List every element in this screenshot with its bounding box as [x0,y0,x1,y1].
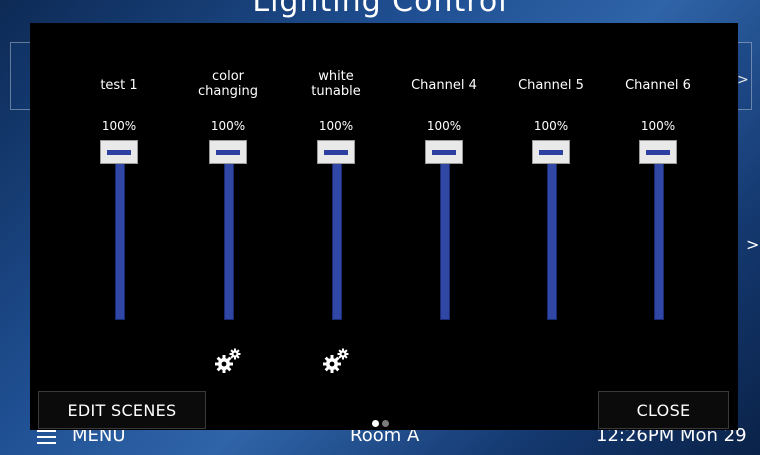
channel-level: 100% [318,119,354,133]
lighting-channels-popup: test 1 100% color changing 100% white tu… [30,23,759,430]
channel-level: 100% [210,119,246,133]
chevron-right-icon[interactable]: > [746,235,759,254]
chevron-right-icon[interactable]: > [737,72,749,88]
page-dot[interactable] [382,420,389,427]
page-dot-active[interactable] [372,420,379,427]
page-title: Lighting Control [252,0,508,19]
slider-handle[interactable] [100,140,138,164]
gear-icon[interactable] [321,345,351,375]
edit-scenes-button[interactable]: EDIT SCENES [38,391,206,429]
slider-track[interactable] [115,149,125,320]
gear-icon[interactable] [213,345,243,375]
channel-level: 100% [640,119,676,133]
channel-label: Channel 6 [625,78,691,93]
slider-handle[interactable] [425,140,463,164]
hamburger-menu-icon[interactable] [37,430,56,444]
channel-level: 100% [101,119,137,133]
channel-level: 100% [426,119,462,133]
close-button[interactable]: CLOSE [598,391,729,429]
slider-track[interactable] [547,149,557,320]
channel-label: white tunable [311,69,361,99]
pagination-dots [372,412,392,427]
channel-label: color changing [198,69,258,99]
slider-track[interactable] [332,149,342,320]
slider-handle[interactable] [532,140,570,164]
slider-handle[interactable] [209,140,247,164]
channel-label: Channel 5 [518,78,584,93]
channel-label: Channel 4 [411,78,477,93]
slider-handle[interactable] [317,140,355,164]
slider-handle[interactable] [639,140,677,164]
slider-track[interactable] [440,149,450,320]
slider-track[interactable] [654,149,664,320]
slider-track[interactable] [224,149,234,320]
channel-level: 100% [533,119,569,133]
channel-label: test 1 [100,78,138,93]
